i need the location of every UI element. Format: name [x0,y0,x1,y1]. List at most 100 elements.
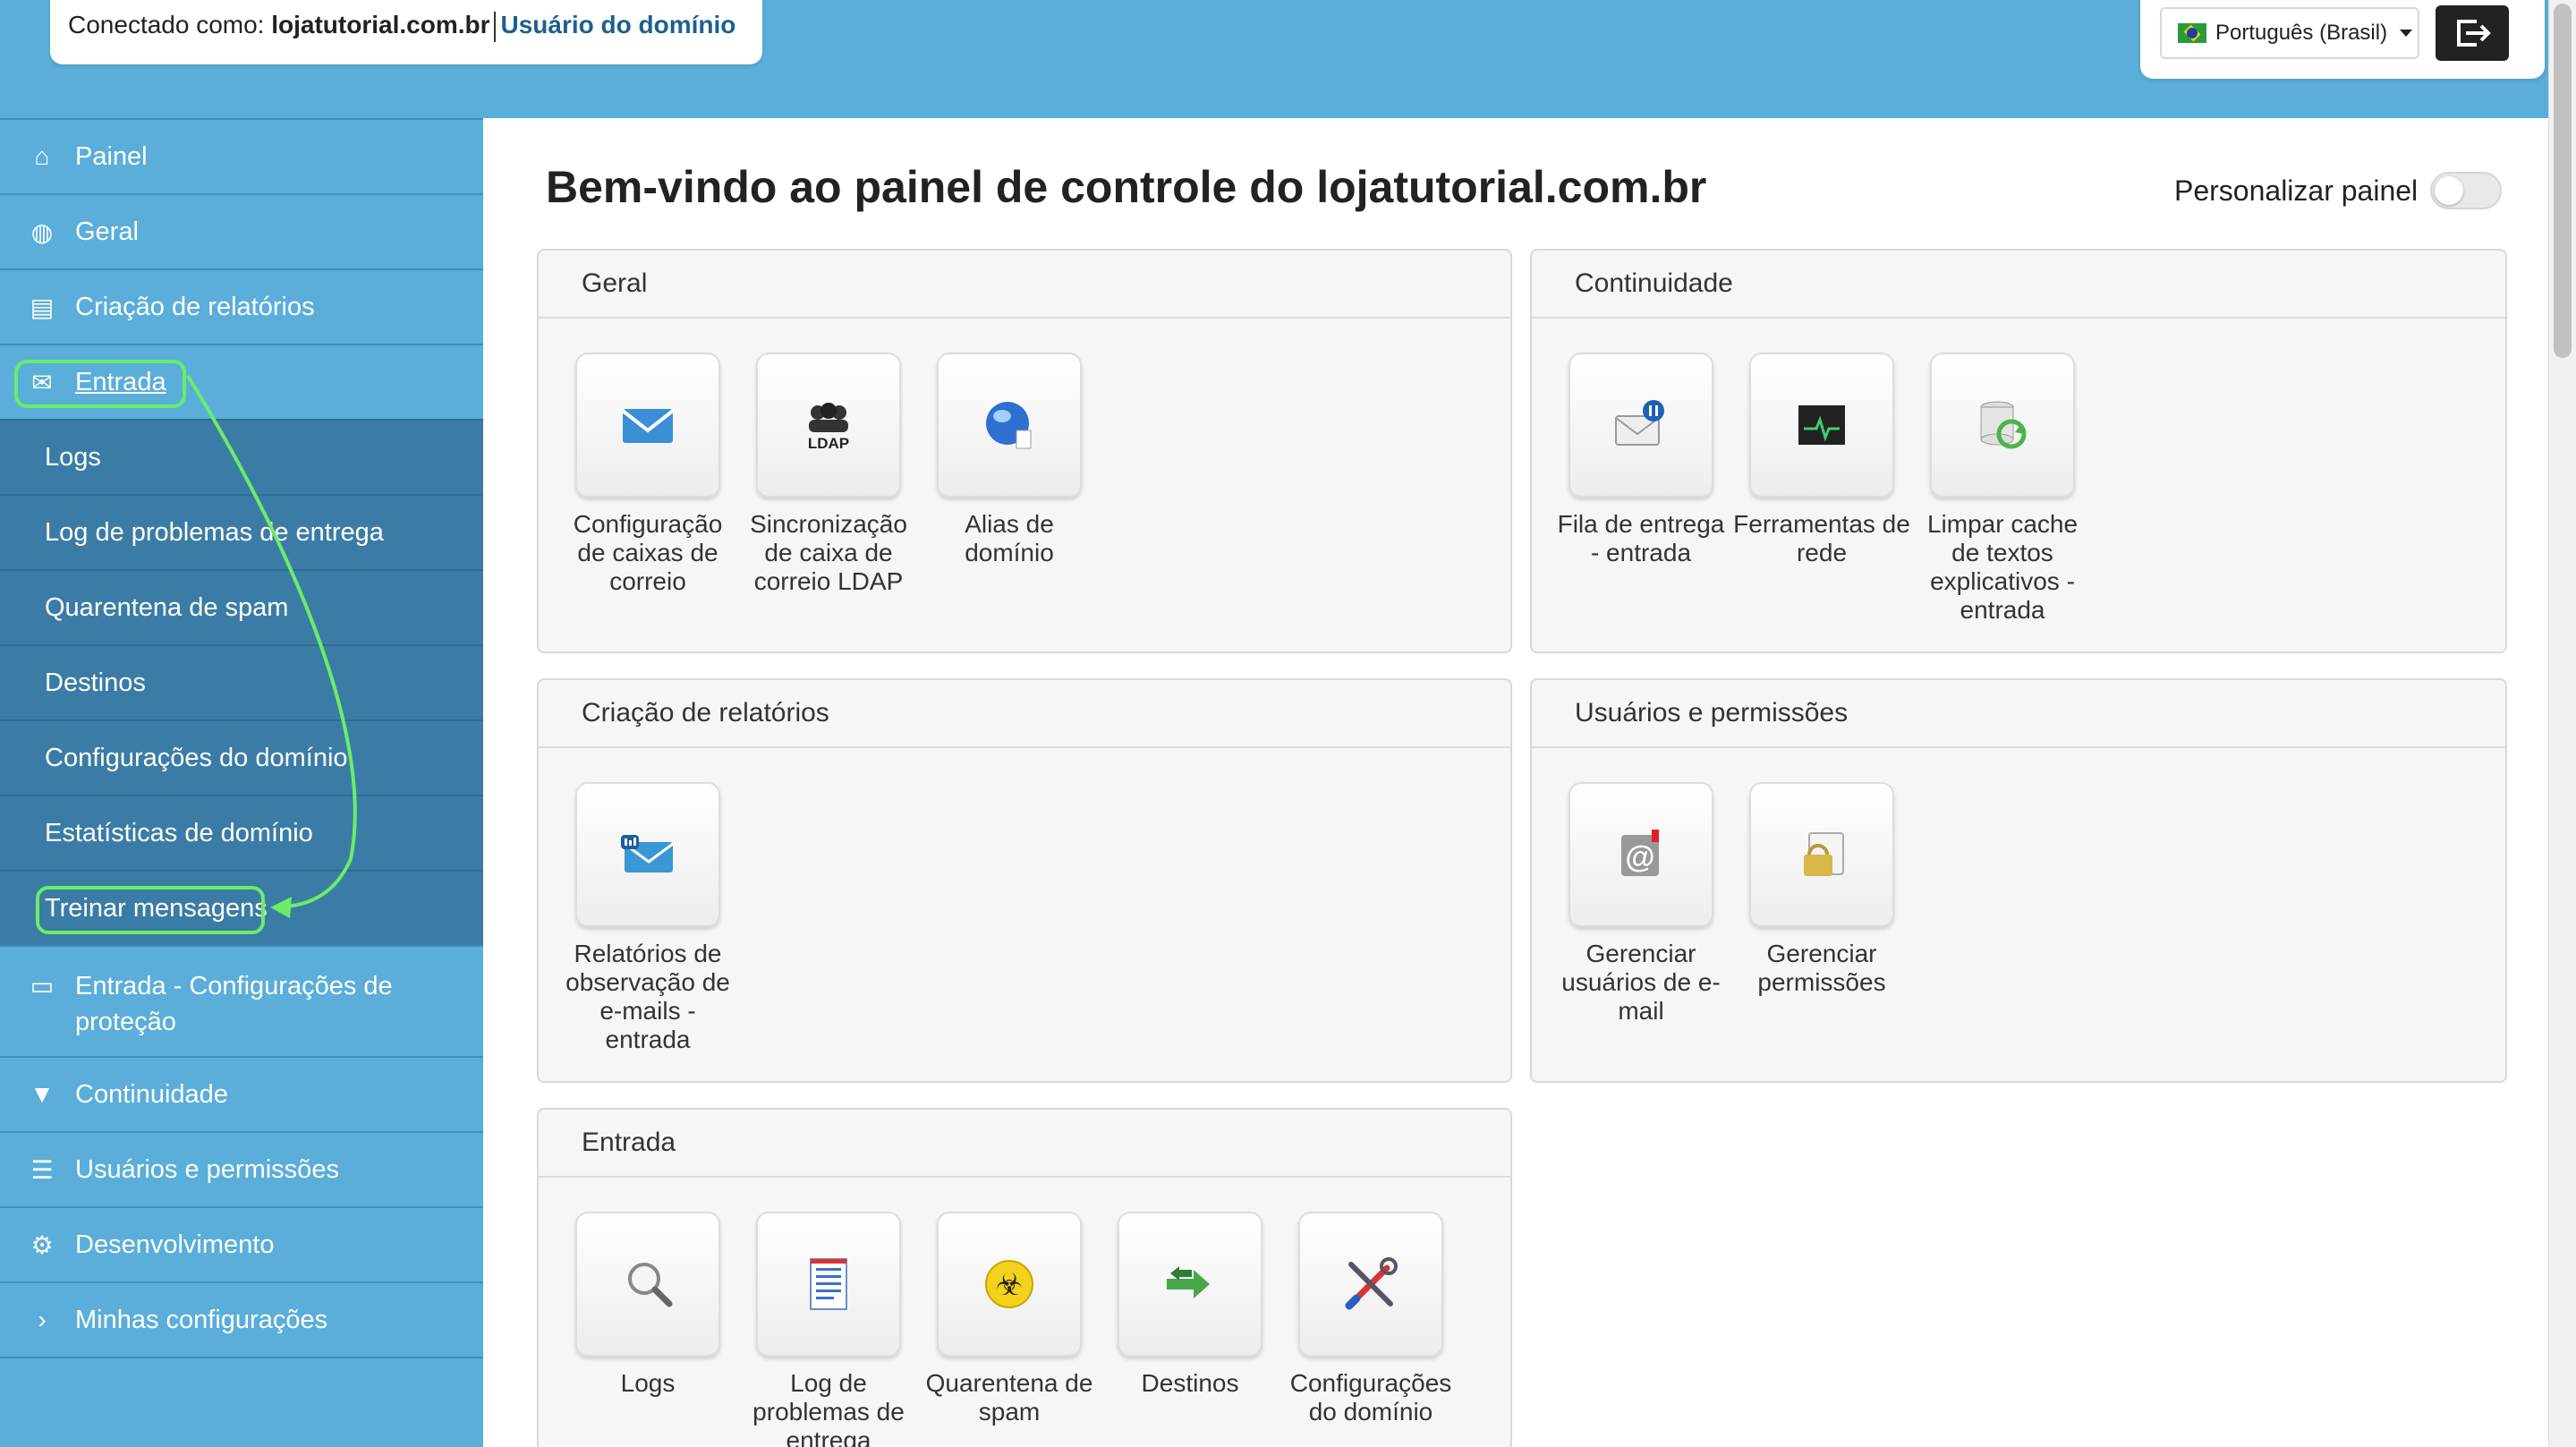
sidebar-subitem-label: Configurações do domínio [45,743,348,772]
sidebar-item-painel[interactable]: ⌂ Painel [0,118,483,193]
tile-icon-box [937,353,1082,498]
sidebar-item-label: Painel [75,141,148,171]
tile-icon-box: ☣ [937,1212,1082,1357]
brazil-flag-icon [2178,23,2206,43]
folder-open-icon: ▭ [30,972,55,1000]
tile-icon-box [1749,353,1894,498]
tile-config-caixas[interactable]: Configuração de caixas de correio [558,353,737,596]
sidebar-subitem-label: Destinos [45,668,146,697]
sidebar-item-desenvolvimento[interactable]: ⚙ Desenvolvimento [0,1206,483,1281]
tile-config-dominio[interactable]: Configurações do domínio [1281,1212,1460,1426]
svg-text:☣: ☣ [996,1267,1023,1303]
globe-alias-icon [986,402,1032,449]
tile-label: Gerenciar usuários de e-mail [1561,940,1721,1025]
panel-geral: Geral Configuração de caixas de correio … [537,249,1512,653]
sidebar-item-entrada[interactable]: ✉ Entrada [0,344,483,419]
user-role-link[interactable]: Usuário do domínio [501,11,736,38]
language-label: Português (Brasil) [2215,21,2388,45]
tile-icon-box [756,1212,901,1357]
sidebar-subitem-label: Quarentena de spam [45,592,289,622]
header-actions: Português (Brasil) [2140,0,2545,79]
tile-destinos[interactable]: Destinos [1101,1212,1279,1398]
sidebar-item-protecao[interactable]: ▭ Entrada - Configurações de proteção [0,945,483,1056]
panel-relatorios: Criação de relatórios Relatórios de obse… [537,678,1512,1083]
sidebar-subitem-quarentena[interactable]: Quarentena de spam [0,569,483,644]
tile-fila-entrega[interactable]: Fila de entrega - entrada [1552,353,1730,567]
database-refresh-icon [1980,401,2027,449]
sidebar-subitem-config-dominio[interactable]: Configurações do domínio [0,719,483,795]
tile-ldap-sync[interactable]: LDAP Sincronização de caixa de correio L… [739,353,918,596]
tile-gerenciar-permissoes[interactable]: Gerenciar permissões [1732,782,1911,997]
page-title: Bem-vindo ao painel de controle do lojat… [546,162,1707,212]
main-content: Bem-vindo ao painel de controle do lojat… [483,118,2548,1447]
entrada-highlight-annotation [14,360,186,408]
tools-icon [1345,1257,1398,1310]
tile-label: Fila de entrega - entrada [1557,510,1725,566]
tile-label: Relatórios de observação de e-mails - en… [565,940,730,1053]
tile-icon-box [1569,353,1713,498]
tile-ferramentas-rede[interactable]: Ferramentas de rede [1732,353,1911,567]
logout-icon [2457,20,2491,47]
document-log-icon [810,1258,847,1310]
panel-entrada: Entrada Logs Log de problemas de entrega… [537,1108,1512,1447]
connected-label: Conectado como: [68,11,265,38]
sidebar-subitem-treinar[interactable]: Treinar mensagens [0,870,483,945]
svg-text:LDAP: LDAP [808,435,849,452]
sidebar-item-label: Geral [75,217,139,246]
globe-icon: ◍ [30,217,54,246]
tile-label: Quarentena de spam [925,1369,1093,1426]
tile-alias-dominio[interactable]: Alias de domínio [920,353,1099,567]
tile-log-problemas[interactable]: Log de problemas de entrega [739,1212,918,1447]
language-dropdown[interactable]: Português (Brasil) [2160,7,2419,59]
page-scrollbar-thumb[interactable] [2554,4,2572,358]
tile-label: Configuração de caixas de correio [573,510,723,595]
sidebar-item-usuarios[interactable]: ☰ Usuários e permissões [0,1131,483,1206]
caret-down-icon [2400,30,2413,37]
panel-continuidade: Continuidade Fila de entrega - entrada F… [1530,249,2507,653]
sidebar-item-continuidade[interactable]: ▼ Continuidade [0,1056,483,1131]
lock-permissions-icon [1804,832,1844,876]
biohazard-icon: ☣ [985,1260,1033,1308]
sidebar-subitem-estatisticas[interactable]: Estatísticas de domínio [0,795,483,870]
ldap-users-icon: LDAP [808,403,849,452]
tile-gerenciar-usuarios[interactable]: @ Gerenciar usuários de e-mail [1552,782,1730,1026]
tile-label: Destinos [1141,1369,1239,1397]
panel-title: Criação de relatórios [539,680,1510,748]
sidebar-subitem-label: Logs [45,442,101,472]
tile-label: Sincronização de caixa de correio LDAP [750,510,907,595]
sidebar-subitem-log-problemas[interactable]: Log de problemas de entrega [0,494,483,569]
sidebar-item-geral[interactable]: ◍ Geral [0,193,483,268]
mail-pause-icon [1615,400,1664,446]
sidebar-item-label: Usuários e permissões [75,1154,339,1184]
tile-logs[interactable]: Logs [558,1212,737,1398]
tile-limpar-cache[interactable]: Limpar cache de textos explicativos - en… [1913,353,2092,625]
sidebar-item-label: Entrada - Configurações de proteção [75,972,393,1036]
tile-label: Logs [620,1369,676,1397]
logout-button[interactable] [2436,5,2509,61]
chevron-right-icon: › [38,1306,47,1333]
tile-relatorios-observacao[interactable]: Relatórios de observação de e-mails - en… [558,782,737,1054]
tile-label: Configurações do domínio [1289,1369,1452,1426]
sidebar-subitem-label: Estatísticas de domínio [45,818,313,847]
tile-icon-box: @ [1569,782,1713,927]
panel-usuarios: Usuários e permissões @ Gerenciar usuári… [1530,678,2507,1083]
sidebar: ⌂ Painel ◍ Geral ▤ Criação de relatórios… [0,118,483,1447]
customize-toggle[interactable] [2430,172,2503,209]
tile-icon-box [1118,1212,1262,1357]
tile-icon-box [575,782,720,927]
sidebar-item-relatorios[interactable]: ▤ Criação de relatórios [0,268,483,344]
sidebar-item-minhas-config[interactable]: › Minhas configurações [0,1281,483,1357]
sidebar-subitem-destinos[interactable]: Destinos [0,644,483,719]
inbox-icon: ▤ [30,293,55,321]
sidebar-subitem-logs[interactable]: Logs [0,419,483,494]
sidebar-divider [0,1357,483,1358]
tile-label: Limpar cache de textos explicativos - en… [1926,510,2079,624]
tile-icon-box [1930,353,2075,498]
customize-label: Personalizar painel [2174,174,2419,207]
svg-text:@: @ [1625,840,1654,874]
treinar-highlight-annotation [36,886,265,934]
tile-quarentena[interactable]: ☣ Quarentena de spam [920,1212,1099,1426]
tile-icon-box [575,1212,720,1357]
mail-report-icon [621,835,674,872]
magnifier-icon [628,1263,673,1307]
